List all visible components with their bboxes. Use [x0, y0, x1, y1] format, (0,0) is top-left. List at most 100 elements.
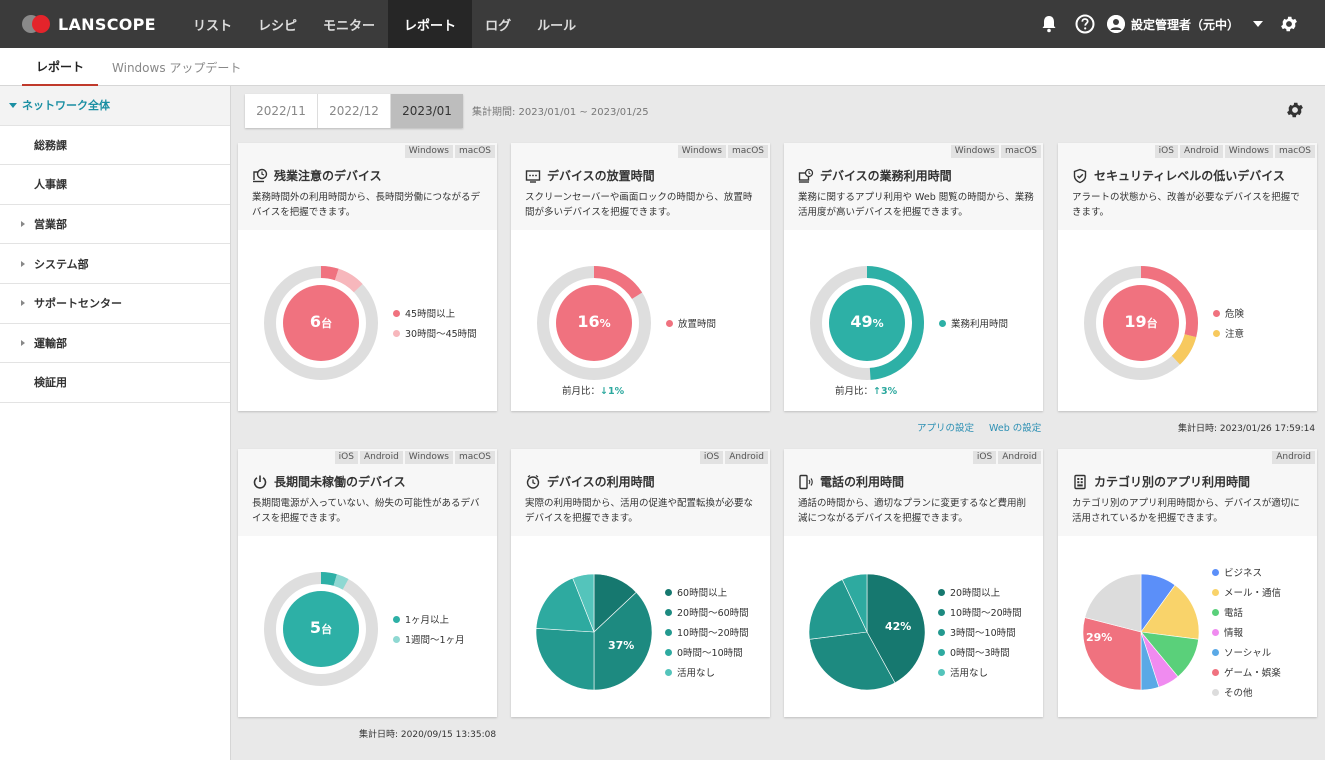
- donut-segment[interactable]: [333, 574, 349, 590]
- card-description: 通話の時間から、適切なプランに変更するなど費用削減につながるデバイスを把握できま…: [798, 498, 1027, 524]
- app-grid-icon: [1072, 474, 1088, 490]
- os-tag: Windows: [404, 145, 453, 158]
- chart-legend: 1ヶ月以上 1週間〜1ヶ月: [393, 609, 465, 649]
- legend-label: 放置時間: [678, 319, 717, 330]
- nav-rule[interactable]: ルール: [524, 0, 589, 48]
- report-card[interactable]: Android カテゴリ別のアプリ利用時間 カテゴリ別のアプリ利用時間から、デバイス…: [1058, 449, 1317, 717]
- sidebar-item[interactable]: 営業部: [0, 205, 230, 245]
- sidebar-item[interactable]: システム部: [0, 244, 230, 284]
- legend-item[interactable]: 0時間〜10時間: [665, 642, 749, 662]
- legend-item[interactable]: 情報: [1212, 622, 1281, 642]
- web-settings-link[interactable]: Web の設定: [989, 423, 1041, 434]
- os-tags: iOS Android Windows macOS: [1153, 145, 1315, 158]
- legend-item[interactable]: 30時間〜45時間: [393, 323, 477, 343]
- nav-list[interactable]: リスト: [180, 0, 245, 48]
- donut-segment[interactable]: [320, 572, 337, 586]
- period-tab-2022-11[interactable]: 2022/11: [245, 94, 318, 128]
- legend-item[interactable]: 20時間〜60時間: [665, 602, 749, 622]
- legend-item[interactable]: ゲーム・娯楽: [1212, 662, 1281, 682]
- collapsed-arrow-icon[interactable]: [21, 260, 25, 267]
- legend-item[interactable]: 活用なし: [938, 662, 1022, 682]
- os-tag: Android: [725, 451, 768, 464]
- legend-item[interactable]: 電話: [1212, 602, 1281, 622]
- legend-dot-icon: [665, 588, 672, 596]
- tab-windows-update[interactable]: Windows アップデート: [98, 48, 255, 86]
- legend-label: 3時間〜10時間: [950, 628, 1016, 639]
- legend-dot-icon: [1212, 588, 1219, 596]
- legend-item[interactable]: ソーシャル: [1212, 642, 1281, 662]
- donut-segment[interactable]: [334, 268, 363, 293]
- period-tab-2023-01[interactable]: 2023/01: [391, 94, 463, 128]
- help-icon[interactable]: [1067, 14, 1103, 34]
- legend-label: 0時間〜3時間: [950, 648, 1010, 659]
- report-card[interactable]: iOS Android デバイスの利用時間 実際の利用時間から、活用の促進や配置転換が…: [511, 449, 770, 717]
- collapsed-arrow-icon[interactable]: [21, 300, 25, 307]
- legend-item[interactable]: 0時間〜3時間: [938, 642, 1022, 662]
- period-tab-2022-12[interactable]: 2022/12: [318, 94, 391, 128]
- report-card[interactable]: Windows macOS デバイスの業務利用時間 業務に関するアプリ利用や Web …: [784, 143, 1043, 411]
- legend-label: 1週間〜1ヶ月: [405, 635, 465, 646]
- legend-item[interactable]: 危険: [1213, 303, 1244, 323]
- legend-label: 10時間〜20時間: [950, 608, 1022, 619]
- legend-item[interactable]: 放置時間: [666, 313, 716, 333]
- report-settings-gear-icon[interactable]: [1285, 100, 1305, 124]
- app-settings-link[interactable]: アプリの設定: [917, 423, 974, 434]
- sidebar-item[interactable]: ネットワーク全体: [0, 86, 230, 126]
- center-number: 5: [309, 618, 322, 637]
- legend-label: 20時間以上: [950, 588, 1001, 599]
- legend-item[interactable]: 1ヶ月以上: [393, 609, 465, 629]
- collapsed-arrow-icon[interactable]: [21, 221, 25, 228]
- card-description: 業務に関するアプリ利用や Web 閲覧の時間から、業務活用度が高いデバイスを把握…: [798, 192, 1034, 218]
- report-card[interactable]: iOS Android 電話の利用時間 通話の時間から、適切なプランに変更するなど費用…: [784, 449, 1043, 717]
- report-card[interactable]: iOS Android Windows macOS 長期間未稼働のデバイス 長期間電源が入…: [238, 449, 497, 717]
- legend-dot-icon: [938, 588, 945, 596]
- expanded-arrow-icon[interactable]: [9, 103, 17, 109]
- user-menu[interactable]: 設定管理者（元中）: [1106, 15, 1271, 33]
- legend-item[interactable]: 活用なし: [665, 662, 749, 682]
- legend-item[interactable]: 10時間〜20時間: [938, 602, 1022, 622]
- sidebar-item[interactable]: サポートセンター: [0, 284, 230, 324]
- gear-icon[interactable]: [1271, 14, 1307, 34]
- nav-report[interactable]: レポート: [388, 0, 473, 48]
- legend-item[interactable]: 20時間以上: [938, 582, 1022, 602]
- legend-dot-icon: [938, 668, 945, 676]
- report-card[interactable]: Windows macOS 残業注意のデバイス 業務時間外の利用時間から、長時間労働に…: [238, 143, 497, 411]
- legend-item[interactable]: 10時間〜20時間: [665, 622, 749, 642]
- os-tag: macOS: [454, 451, 495, 464]
- legend-item[interactable]: メール・通信: [1212, 582, 1281, 602]
- chevron-down-icon[interactable]: [1253, 21, 1263, 27]
- bell-icon[interactable]: [1031, 15, 1067, 33]
- legend-item[interactable]: 60時間以上: [665, 582, 749, 602]
- donut-segment[interactable]: [1171, 333, 1197, 365]
- legend-item[interactable]: 業務利用時間: [939, 313, 1008, 333]
- legend-dot-icon: [1212, 568, 1219, 576]
- nav-recipe[interactable]: レシピ: [245, 0, 310, 48]
- nav-monitor[interactable]: モニター: [310, 0, 388, 48]
- report-card[interactable]: Windows macOS デバイスの放置時間 スクリーンセーバーや画面ロックの時間か…: [511, 143, 770, 411]
- power-icon: [252, 474, 268, 490]
- legend-item[interactable]: ビジネス: [1212, 562, 1281, 582]
- card-title: 電話の利用時間: [798, 473, 904, 490]
- legend-item[interactable]: 45時間以上: [393, 303, 477, 323]
- legend-item[interactable]: 1週間〜1ヶ月: [393, 629, 465, 649]
- pie-slice[interactable]: [535, 628, 595, 691]
- chart-legend: 45時間以上 30時間〜45時間: [393, 303, 477, 343]
- legend-item[interactable]: 注意: [1213, 323, 1244, 343]
- tab-report[interactable]: レポート: [22, 48, 99, 86]
- card-title: セキュリティレベルの低いデバイス: [1072, 167, 1285, 184]
- donut-segment[interactable]: [320, 266, 339, 281]
- legend-item[interactable]: 3時間〜10時間: [938, 622, 1022, 642]
- legend-label: 危険: [1225, 309, 1245, 320]
- chart-legend: 業務利用時間: [939, 313, 1008, 333]
- mom-label: 前月比：: [562, 386, 601, 397]
- legend-item[interactable]: その他: [1212, 682, 1281, 702]
- report-card[interactable]: iOS Android Windows macOS セキュリティレベルの低いデバイス アラ…: [1058, 143, 1317, 411]
- collapsed-arrow-icon[interactable]: [21, 339, 25, 346]
- sidebar-item[interactable]: 検証用: [0, 363, 230, 403]
- sidebar-item[interactable]: 人事課: [0, 165, 230, 205]
- nav-log[interactable]: ログ: [472, 0, 524, 48]
- sidebar-item[interactable]: 運輸部: [0, 324, 230, 364]
- logo[interactable]: LANSCOPE: [22, 15, 180, 34]
- logo-mark: [22, 15, 54, 33]
- sidebar-item[interactable]: 総務課: [0, 126, 230, 166]
